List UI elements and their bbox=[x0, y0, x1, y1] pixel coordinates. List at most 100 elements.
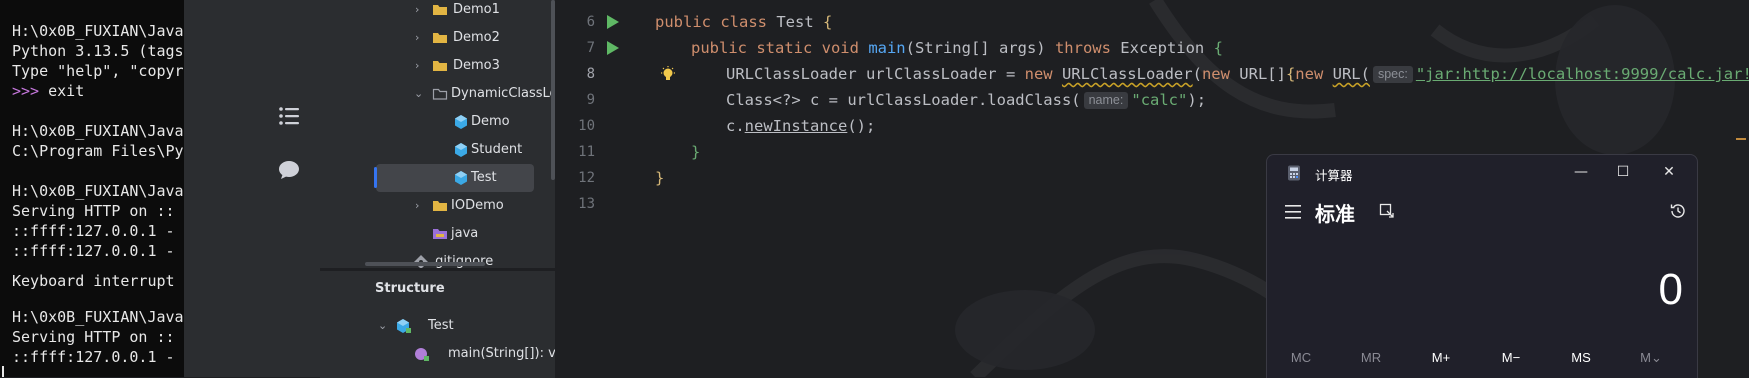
tree-item-demo[interactable]: Demo bbox=[320, 108, 555, 136]
chevron-down-icon[interactable]: ⌄ bbox=[378, 319, 388, 333]
tree-item-label: IODemo bbox=[451, 198, 504, 213]
package-icon bbox=[432, 86, 448, 102]
terminal-line: H:\0x0B_FUXIAN\Java bbox=[12, 122, 184, 140]
terminal-line: Type "help", "copyr bbox=[12, 62, 184, 80]
line-number: 7 bbox=[586, 40, 595, 56]
maximize-button[interactable]: ☐ bbox=[1609, 161, 1637, 183]
structure-title: Structure bbox=[375, 281, 445, 296]
code-line-6: public class Test { bbox=[655, 13, 833, 31]
code-line-12: } bbox=[655, 169, 665, 187]
chevron-right-icon[interactable]: › bbox=[415, 3, 425, 17]
calculator-titlebar[interactable]: 计算器 — ☐ ✕ bbox=[1267, 155, 1697, 189]
tree-item-student[interactable]: Student bbox=[320, 136, 555, 164]
hamburger-menu-icon[interactable] bbox=[1285, 204, 1303, 219]
code-line-7: public static void main(String[] args) t… bbox=[691, 39, 1223, 57]
bookmarks-list-icon[interactable] bbox=[277, 104, 301, 128]
run-main-icon[interactable] bbox=[607, 41, 619, 55]
calculator-window[interactable]: 计算器 — ☐ ✕ 标准 0 MC MR M+ M− MS M⌄ bbox=[1266, 154, 1698, 378]
memory-subtract-button[interactable]: M− bbox=[1486, 350, 1536, 365]
tree-item-label: Test bbox=[471, 170, 497, 185]
chat-bubble-icon[interactable] bbox=[277, 158, 301, 182]
lightbulb-icon[interactable] bbox=[660, 66, 676, 84]
terminal-panel[interactable]: H:\0x0B_FUXIAN\Java Python 3.13.5 (tags … bbox=[0, 0, 184, 377]
terminal-line: Serving HTTP on :: bbox=[12, 328, 175, 346]
line-number-current: 8 bbox=[586, 66, 595, 82]
close-button[interactable]: ✕ bbox=[1655, 161, 1683, 183]
tool-window-bar bbox=[184, 0, 320, 377]
memory-add-button[interactable]: M+ bbox=[1416, 350, 1466, 365]
memory-recall-button[interactable]: MR bbox=[1346, 350, 1396, 365]
tree-item-demo3[interactable]: › Demo3 bbox=[320, 52, 555, 80]
tree-item-label: Demo2 bbox=[453, 30, 500, 45]
structure-panel: Structure ⌄ Test main(String[]): voic bbox=[320, 270, 555, 378]
calculator-app-icon bbox=[1287, 165, 1301, 181]
line-number: 6 bbox=[586, 14, 595, 30]
tree-item-dynamicclassloader[interactable]: ⌄ DynamicClassLoa bbox=[320, 80, 555, 108]
folder-icon bbox=[432, 30, 448, 46]
terminal-line: >>> exit bbox=[12, 82, 84, 100]
keep-on-top-icon[interactable] bbox=[1379, 203, 1395, 219]
terminal-line: ::ffff:127.0.0.1 - bbox=[12, 348, 175, 366]
java-class-icon bbox=[453, 142, 469, 158]
tree-item-label: DynamicClassLoa bbox=[451, 86, 555, 101]
structure-item-main[interactable]: main(String[]): voic bbox=[320, 340, 555, 368]
code-line-11: } bbox=[691, 143, 701, 161]
memory-list-button[interactable]: M⌄ bbox=[1626, 350, 1676, 366]
java-class-icon bbox=[453, 170, 469, 186]
tree-item-iodemo[interactable]: › IODemo bbox=[320, 192, 555, 220]
line-number: 10 bbox=[578, 118, 595, 134]
terminal-prompt: >>> bbox=[12, 82, 40, 100]
history-icon[interactable] bbox=[1669, 202, 1687, 220]
calculator-title: 计算器 bbox=[1315, 169, 1353, 183]
memory-clear-button[interactable]: MC bbox=[1276, 350, 1326, 365]
chevron-right-icon[interactable]: › bbox=[415, 199, 425, 213]
folder-icon bbox=[432, 2, 448, 18]
chevron-down-icon[interactable]: ⌄ bbox=[414, 87, 424, 101]
terminal-line: Keyboard interrupt bbox=[12, 272, 175, 290]
line-number: 12 bbox=[578, 170, 595, 186]
tree-item-label: Demo3 bbox=[453, 58, 500, 73]
calculator-mode-title: 标准 bbox=[1315, 202, 1355, 226]
terminal-line: H:\0x0B_FUXIAN\Java bbox=[12, 182, 184, 200]
method-icon bbox=[413, 346, 429, 362]
resource-folder-icon bbox=[432, 226, 448, 242]
tree-item-label: java bbox=[451, 226, 479, 241]
terminal-line: H:\0x0B_FUXIAN\Java bbox=[12, 308, 184, 326]
tree-item-label: Student bbox=[471, 142, 523, 157]
tree-item-java[interactable]: java bbox=[320, 220, 555, 248]
terminal-line: Serving HTTP on :: bbox=[12, 202, 175, 220]
line-number: 9 bbox=[586, 92, 595, 108]
terminal-cursor bbox=[2, 366, 4, 377]
param-hint-spec: spec: bbox=[1372, 66, 1413, 83]
minimize-button[interactable]: — bbox=[1567, 161, 1595, 183]
terminal-line: H:\0x0B_FUXIAN\Java bbox=[12, 22, 184, 40]
structure-item-label: main(String[]): voic bbox=[448, 346, 555, 361]
structure-item-label: Test bbox=[428, 318, 454, 333]
selection-indicator bbox=[374, 167, 377, 188]
tree-horizontal-scrollbar[interactable] bbox=[365, 262, 485, 266]
line-number: 11 bbox=[578, 144, 595, 160]
tree-item-demo1[interactable]: › Demo1 bbox=[320, 0, 555, 24]
code-line-10: c.newInstance(); bbox=[726, 117, 876, 135]
tree-item-test[interactable]: Test bbox=[376, 164, 534, 192]
terminal-command: exit bbox=[39, 82, 85, 100]
line-number: 13 bbox=[578, 196, 595, 212]
tree-item-label: Demo1 bbox=[453, 2, 500, 17]
memory-store-button[interactable]: MS bbox=[1556, 350, 1606, 365]
folder-icon bbox=[432, 198, 448, 214]
tree-item-demo2[interactable]: › Demo2 bbox=[320, 24, 555, 52]
terminal-line: ::ffff:127.0.0.1 - bbox=[12, 242, 175, 260]
project-tree: › Demo1 › Demo2 › Demo3 ⌄ DynamicClassLo… bbox=[320, 0, 555, 268]
tree-item-label: Demo bbox=[471, 114, 510, 129]
code-line-8: URLClassLoader urlClassLoader = new URLC… bbox=[726, 65, 1749, 83]
java-class-icon bbox=[453, 114, 469, 130]
structure-item-test[interactable]: ⌄ Test bbox=[320, 312, 555, 340]
chevron-right-icon[interactable]: › bbox=[415, 59, 425, 73]
terminal-line: Python 3.13.5 (tags bbox=[12, 42, 184, 60]
terminal-line: C:\Program Files\Py bbox=[12, 142, 184, 160]
folder-icon bbox=[432, 58, 448, 74]
chevron-right-icon[interactable]: › bbox=[415, 31, 425, 45]
run-class-icon[interactable] bbox=[607, 15, 619, 29]
java-class-icon bbox=[395, 318, 411, 334]
calculator-display: 0 bbox=[1658, 265, 1683, 314]
